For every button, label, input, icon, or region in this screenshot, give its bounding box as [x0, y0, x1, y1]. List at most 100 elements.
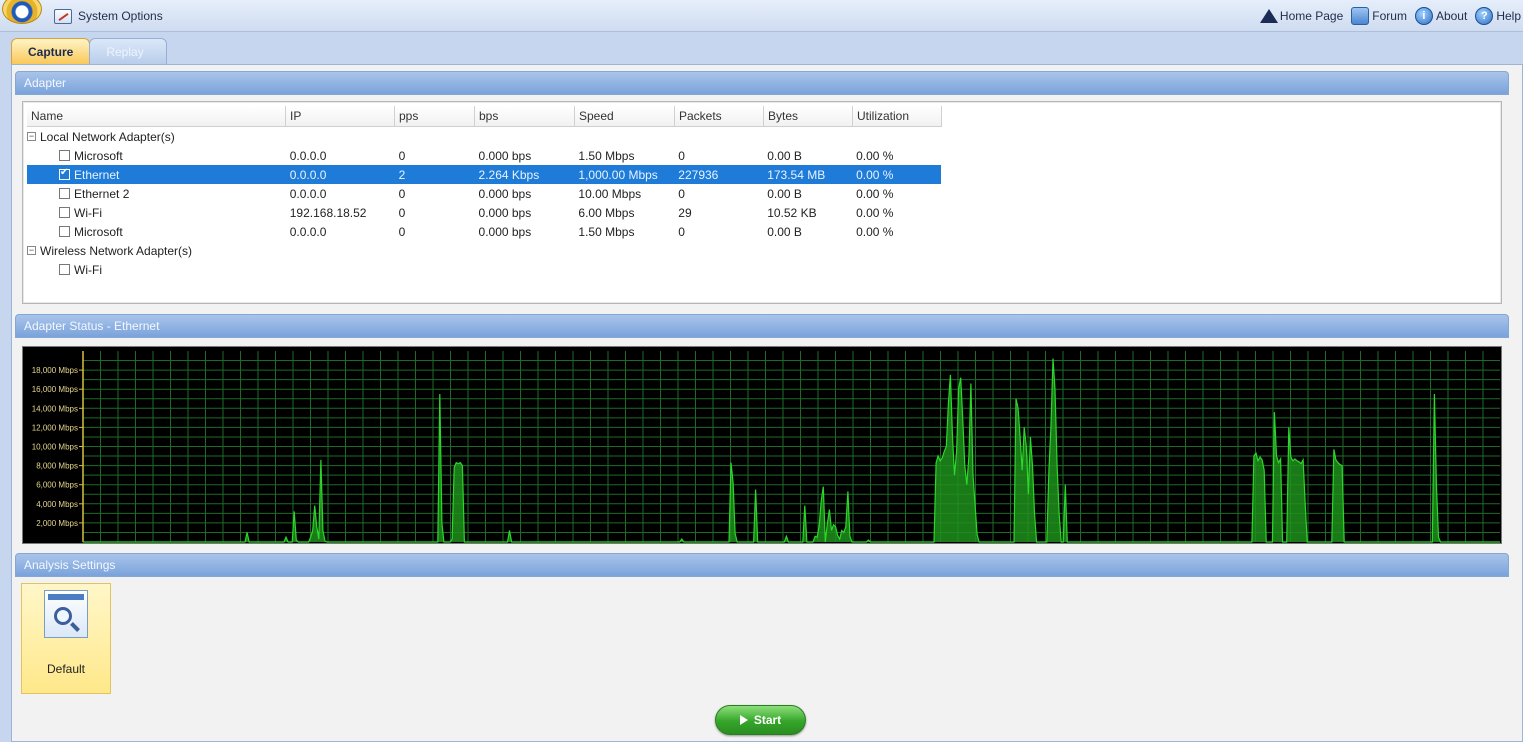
- adapter-name: Wi-Fi: [74, 205, 102, 220]
- about-link[interactable]: i About: [1413, 7, 1469, 25]
- help-label: Help: [1496, 9, 1521, 23]
- adapter-checkbox-checked[interactable]: [59, 168, 70, 180]
- column-header-ip[interactable]: IP: [286, 106, 395, 127]
- header-links: Home Page Forum i About ? Help: [1257, 5, 1523, 27]
- y-tick-label: 4,000 Mbps: [36, 500, 78, 509]
- table-row[interactable]: Ethernet 2 0.0.0.0 0 0.000 bps 10.00 Mbp…: [27, 184, 941, 203]
- table-row[interactable]: Microsoft 0.0.0.0 0 0.000 bps 1.50 Mbps …: [27, 222, 941, 241]
- adapter-packets: 0: [678, 186, 685, 201]
- system-options-button[interactable]: System Options: [54, 7, 163, 25]
- adapter-pps: 0: [398, 148, 406, 163]
- adapter-packets: 29: [678, 205, 692, 220]
- y-tick-label: 10,000 Mbps: [32, 443, 78, 452]
- table-row-selected[interactable]: Ethernet 0.0.0.0 2 2.264 Kbps 1,000.00 M…: [27, 165, 941, 184]
- forum-label: Forum: [1372, 9, 1407, 23]
- adapter-bps: 0.000 bps: [478, 224, 532, 239]
- column-header-packets[interactable]: Packets: [675, 106, 764, 127]
- adapter-checkbox[interactable]: [59, 264, 70, 275]
- top-toolbar: System Options Home Page Forum i About ?…: [0, 0, 1523, 32]
- tab-capture[interactable]: Capture: [11, 38, 91, 64]
- tab-replay[interactable]: Replay: [89, 38, 168, 64]
- adapter-bps: 0.000 bps: [478, 186, 532, 201]
- adapter-speed: 1.50 Mbps: [578, 224, 635, 239]
- forum-icon: [1351, 7, 1370, 25]
- adapter-name-cell: Wi-Fi: [27, 206, 286, 220]
- adapter-status-panel-header: Adapter Status - Ethernet: [15, 314, 1509, 338]
- adapter-packets: 0: [678, 148, 685, 163]
- analysis-settings-panel-header: Analysis Settings: [15, 553, 1509, 577]
- adapter-utilization: 0.00 %: [856, 186, 894, 201]
- adapter-packets: 0: [678, 224, 685, 239]
- home-icon: [1259, 7, 1278, 25]
- system-options-icon: [54, 8, 72, 24]
- adapter-name: Ethernet 2: [74, 186, 130, 201]
- app-menu-logo-icon[interactable]: [2, 0, 42, 24]
- system-options-label: System Options: [78, 9, 163, 23]
- analysis-document-magnifier-icon: [44, 590, 88, 638]
- group-local-network-adapters[interactable]: − Local Network Adapter(s): [27, 127, 175, 146]
- y-tick-label: 2,000 Mbps: [36, 519, 78, 528]
- adapter-bps: 0.000 bps: [478, 148, 532, 163]
- adapter-ip: 0.0.0.0: [289, 224, 327, 239]
- column-header-utilization[interactable]: Utilization: [853, 106, 942, 127]
- group-label: Local Network Adapter(s): [40, 129, 175, 144]
- adapter-panel-header: Adapter: [15, 71, 1509, 95]
- column-header-pps[interactable]: pps: [395, 106, 475, 127]
- adapter-bps: 2.264 Kbps: [478, 167, 540, 182]
- adapter-table-header: Name IP pps bps Speed Packets Bytes Util…: [27, 106, 942, 127]
- table-row[interactable]: Wi-Fi: [27, 260, 941, 279]
- adapter-name-cell: Ethernet 2: [27, 187, 286, 201]
- adapter-name: Ethernet: [74, 167, 120, 182]
- traffic-line: [83, 358, 1500, 543]
- adapter-bytes: 0.00 B: [767, 148, 802, 163]
- adapter-utilization: 0.00 %: [856, 167, 894, 182]
- column-header-speed[interactable]: Speed: [575, 106, 675, 127]
- adapter-name-cell: Microsoft: [27, 149, 286, 163]
- adapter-speed: 6.00 Mbps: [578, 205, 635, 220]
- table-row[interactable]: Wi-Fi 192.168.18.52 0 0.000 bps 6.00 Mbp…: [27, 203, 941, 222]
- adapter-utilization: 0.00 %: [856, 148, 894, 163]
- group-wireless-network-adapters[interactable]: − Wireless Network Adapter(s): [27, 241, 192, 260]
- adapter-bps: 0.000 bps: [478, 205, 532, 220]
- home-page-link[interactable]: Home Page: [1257, 7, 1345, 25]
- capture-page: Adapter Name IP pps bps Speed Packets By…: [11, 64, 1523, 742]
- traffic-chart-svg: 18,000 Mbps 16,000 Mbps 14,000 Mbps 12,000 …: [32, 351, 1500, 543]
- column-header-name[interactable]: Name: [27, 106, 286, 127]
- traffic-chart: 18,000 Mbps 16,000 Mbps 14,000 Mbps 12,000 …: [22, 346, 1502, 544]
- adapter-bytes: 0.00 B: [767, 224, 802, 239]
- adapter-name-cell: Ethernet: [27, 168, 286, 182]
- about-label: About: [1435, 9, 1468, 23]
- forum-link[interactable]: Forum: [1349, 7, 1409, 25]
- help-icon: ?: [1475, 7, 1494, 25]
- default-analysis-profile[interactable]: Default: [21, 583, 111, 694]
- help-link[interactable]: ? Help: [1473, 7, 1523, 25]
- home-page-label: Home Page: [1279, 9, 1344, 23]
- collapse-icon[interactable]: −: [27, 132, 36, 141]
- about-icon: i: [1414, 7, 1433, 25]
- table-row[interactable]: Microsoft 0.0.0.0 0 0.000 bps 1.50 Mbps …: [27, 146, 941, 165]
- adapter-name-cell: Microsoft: [27, 225, 286, 239]
- adapter-ip: 0.0.0.0: [289, 186, 327, 201]
- adapter-speed: 1,000.00 Mbps: [578, 167, 658, 182]
- adapter-speed: 1.50 Mbps: [578, 148, 635, 163]
- adapter-checkbox[interactable]: [59, 188, 70, 199]
- start-button[interactable]: Start: [715, 705, 806, 735]
- column-header-bps[interactable]: bps: [475, 106, 575, 127]
- adapter-utilization: 0.00 %: [856, 224, 894, 239]
- y-tick-label: 18,000 Mbps: [32, 366, 78, 375]
- adapter-name-cell: Wi-Fi: [27, 263, 286, 277]
- y-tick-label: 14,000 Mbps: [32, 404, 78, 413]
- adapter-table: Name IP pps bps Speed Packets Bytes Util…: [22, 101, 1502, 304]
- adapter-name: Microsoft: [74, 148, 123, 163]
- start-button-label: Start: [753, 713, 782, 727]
- adapter-checkbox[interactable]: [59, 207, 70, 218]
- default-profile-label: Default: [46, 662, 86, 676]
- collapse-icon[interactable]: −: [27, 246, 36, 255]
- adapter-checkbox[interactable]: [59, 150, 70, 161]
- adapter-pps: 0: [398, 224, 406, 239]
- adapter-bytes: 0.00 B: [767, 186, 802, 201]
- adapter-checkbox[interactable]: [59, 226, 70, 237]
- column-header-bytes[interactable]: Bytes: [764, 106, 853, 127]
- adapter-speed: 10.00 Mbps: [578, 186, 642, 201]
- main-tabs: Capture Replay: [11, 38, 168, 64]
